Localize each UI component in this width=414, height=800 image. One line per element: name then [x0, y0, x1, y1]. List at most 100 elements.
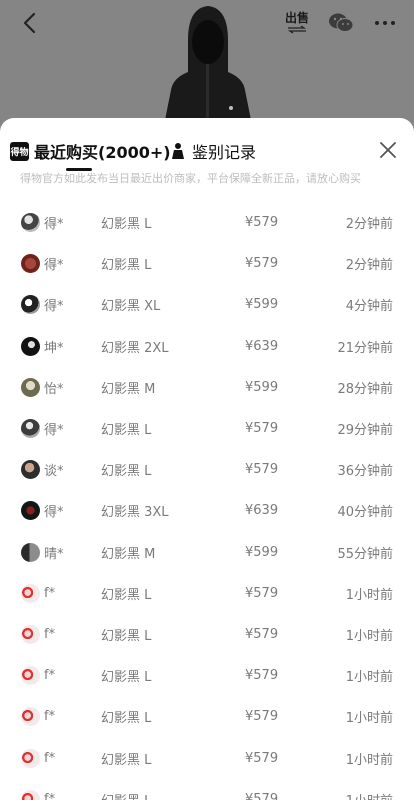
product-spec: 幻影黑 L [101, 711, 152, 727]
active-tab-indicator [66, 168, 92, 171]
buyer-name: 得* [44, 299, 64, 315]
buyer-name: 坤* [44, 340, 64, 356]
purchase-time: 29分钟前 [337, 423, 393, 439]
tab-auth-label: 鉴别记录 [192, 143, 257, 162]
buyer-avatar [21, 542, 40, 562]
buyer-name: f* [44, 750, 56, 766]
buyer-name: 晴* [44, 546, 64, 562]
buyer-avatar [21, 213, 40, 233]
purchase-time: 21分钟前 [337, 340, 393, 356]
recent-purchases-sheet: 得物 最近购买(2000+) 鉴别记录 得物官方如此发布当日最近出价商家，平台保… [0, 118, 414, 800]
purchase-price: ¥599 [245, 297, 279, 313]
purchase-time: 2分钟前 [345, 217, 393, 233]
purchase-row: f* 幻影黑 L ¥579 1小时前 [0, 696, 414, 737]
buyer-name: 得* [44, 258, 64, 274]
buyer-avatar [21, 624, 40, 644]
product-spec: 幻影黑 L [101, 752, 152, 768]
purchase-row: 得* 幻影黑 L ¥579 2分钟前 [0, 243, 414, 284]
product-spec: 幻影黑 L [101, 628, 152, 644]
purchase-time: 2分钟前 [345, 258, 393, 274]
product-spec: 幻影黑 L [101, 670, 152, 686]
purchase-price: ¥579 [245, 709, 279, 725]
purchase-price: ¥639 [245, 503, 279, 519]
wechat-share-button[interactable] [326, 8, 356, 38]
purchase-price: ¥579 [245, 750, 279, 766]
purchase-price: ¥579 [245, 462, 279, 478]
buyer-avatar [21, 377, 40, 397]
purchase-price: ¥579 [245, 668, 279, 684]
more-dots-icon [375, 21, 395, 25]
purchase-row: 谈* 幻影黑 L ¥579 36分钟前 [0, 449, 414, 490]
sell-label: 出售 [284, 11, 309, 25]
product-spec: 幻影黑 2XL [101, 340, 169, 356]
buyer-avatar [21, 295, 40, 315]
purchase-row: f* 幻影黑 L ¥579 1小时前 [0, 655, 414, 696]
close-icon [380, 142, 396, 158]
buyer-name: f* [44, 791, 56, 800]
purchase-time: 55分钟前 [337, 546, 393, 562]
purchase-price: ¥579 [245, 585, 279, 601]
purchase-time: 1小时前 [345, 628, 393, 644]
purchase-price: ¥579 [245, 791, 279, 800]
tab-recent-purchases[interactable]: 得物 最近购买(2000+) [10, 138, 171, 164]
purchase-price: ¥599 [245, 379, 279, 395]
back-button[interactable] [14, 8, 44, 38]
buyer-name: f* [44, 585, 56, 601]
tab-authentication-records[interactable]: 鉴别记录 [170, 138, 256, 164]
purchase-row: 坤* 幻影黑 2XL ¥639 21分钟前 [0, 326, 414, 367]
tab-recent-label: 最近购买(2000+) [34, 143, 171, 162]
purchase-row: 得* 幻影黑 XL ¥599 4分钟前 [0, 284, 414, 325]
purchase-time: 1小时前 [345, 711, 393, 727]
purchase-time: 1小时前 [345, 587, 393, 603]
buyer-name: 得* [44, 423, 64, 439]
purchase-price: ¥599 [245, 544, 279, 560]
purchase-row: f* 幻影黑 L ¥579 1小时前 [0, 779, 414, 800]
more-button[interactable] [370, 8, 400, 38]
purchase-price: ¥579 [245, 626, 279, 642]
buyer-avatar [21, 789, 40, 800]
purchase-time: 1小时前 [345, 752, 393, 768]
purchase-price: ¥579 [245, 421, 279, 437]
buyer-name: 谈* [44, 464, 64, 480]
authentication-person-icon [172, 143, 184, 159]
buyer-avatar [21, 666, 40, 686]
purchase-time: 1小时前 [345, 670, 393, 686]
purchase-notice: 得物官方如此发布当日最近出价商家，平台保障全新正品，请放心购买 [20, 172, 361, 185]
product-spec: 幻影黑 L [101, 217, 152, 233]
wechat-icon [329, 13, 354, 32]
buyer-avatar [21, 254, 40, 274]
product-spec: 幻影黑 L [101, 464, 152, 480]
product-spec: 幻影黑 L [101, 258, 152, 274]
recent-purchase-list: 得* 幻影黑 L ¥579 2分钟前 得* 幻影黑 L ¥579 2分钟前 得* 幻影黑 XL ¥5… [0, 202, 414, 800]
purchase-price: ¥579 [245, 256, 279, 272]
buyer-avatar [21, 583, 40, 603]
purchase-row: f* 幻影黑 L ¥579 1小时前 [0, 614, 414, 655]
buyer-name: f* [44, 626, 56, 642]
back-arrow-icon [23, 12, 36, 34]
purchase-price: ¥579 [245, 215, 279, 231]
sell-button[interactable]: 出售 [282, 8, 312, 38]
buyer-name: 怡* [44, 381, 64, 397]
buyer-avatar [21, 419, 40, 439]
product-spec: 幻影黑 3XL [101, 505, 169, 521]
purchase-time: 4分钟前 [345, 299, 393, 315]
exchange-icon [287, 25, 307, 34]
buyer-name: f* [44, 709, 56, 725]
product-spec: 幻影黑 XL [101, 299, 161, 315]
buyer-name: 得* [44, 505, 64, 521]
product-spec: 幻影黑 L [101, 587, 152, 603]
buyer-name: 得* [44, 217, 64, 233]
product-spec: 幻影黑 L [101, 790, 151, 800]
buyer-avatar [21, 707, 40, 727]
purchase-time: 1小时前 [346, 790, 393, 800]
buyer-name: f* [44, 668, 56, 684]
buyer-avatar [21, 460, 40, 480]
purchase-row: f* 幻影黑 L ¥579 1小时前 [0, 737, 414, 778]
purchase-row: 晴* 幻影黑 M ¥599 55分钟前 [0, 532, 414, 573]
product-spec: 幻影黑 M [101, 381, 156, 397]
purchase-time: 40分钟前 [337, 505, 393, 521]
buyer-avatar [21, 336, 40, 356]
dewu-logo-icon: 得物 [10, 141, 29, 161]
close-button[interactable] [376, 138, 400, 162]
buyer-avatar [21, 501, 40, 521]
